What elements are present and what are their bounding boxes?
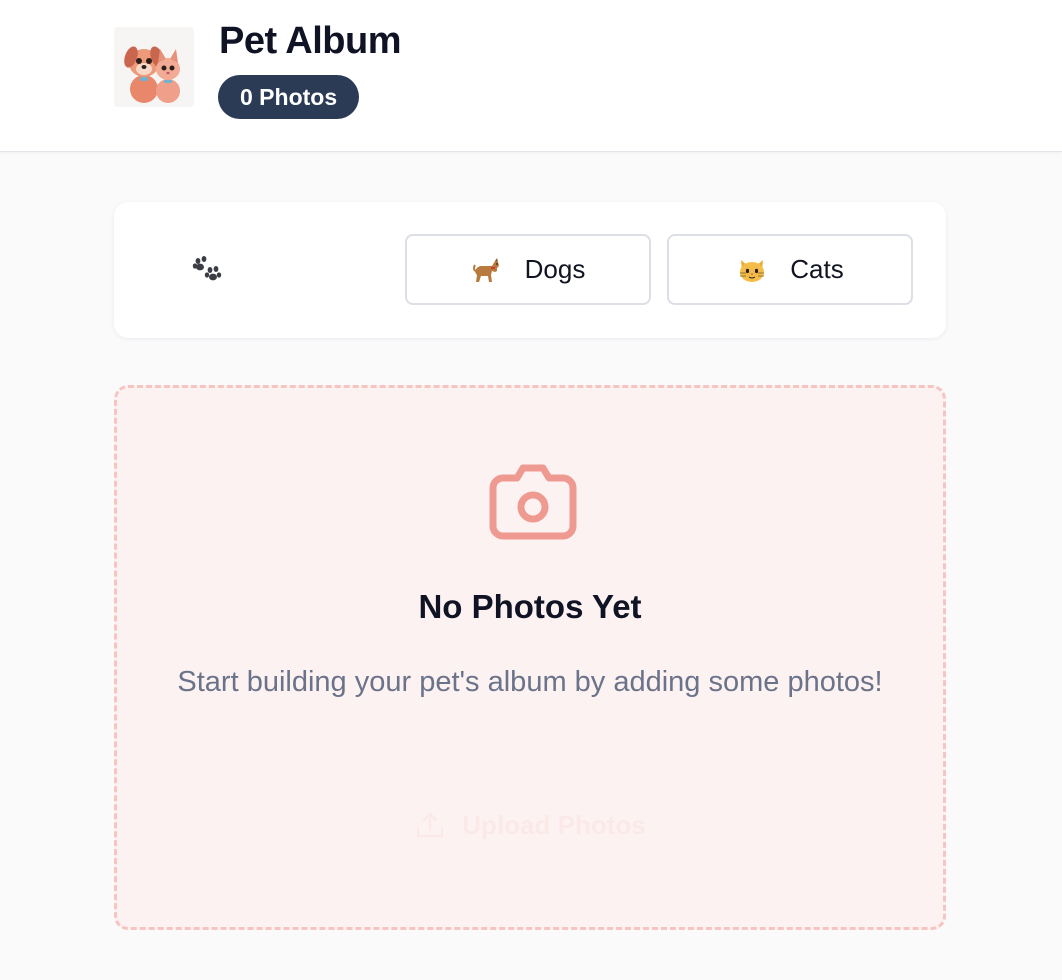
dog-icon — [471, 254, 503, 286]
cat-face-icon — [736, 254, 768, 286]
camera-icon — [487, 464, 579, 542]
filter-cats-label: Cats — [790, 254, 844, 284]
upload-photos-label: Upload Photos — [462, 809, 646, 840]
filter-bar: Dogs Cats — [114, 202, 946, 338]
filter-dogs-button[interactable]: Dogs — [405, 234, 651, 305]
empty-state-title: No Photos Yet — [418, 588, 642, 625]
filter-cats-button[interactable]: Cats — [667, 234, 913, 305]
upload-photos-button[interactable]: Upload Photos — [403, 800, 657, 850]
photo-dropzone[interactable]: No Photos Yet Start building your pet's … — [114, 385, 946, 930]
upload-icon — [417, 812, 444, 838]
photo-count-badge: 0 Photos — [218, 75, 360, 119]
filter-dogs-label: Dogs — [524, 254, 586, 284]
empty-state-description: Start building your pet's album by addin… — [177, 666, 883, 698]
app-header: Pet Album 0 Photos — [0, 0, 1062, 152]
paw-prints-icon[interactable] — [188, 252, 224, 288]
app-title: Pet Album — [219, 20, 402, 62]
pet-album-logo — [114, 27, 194, 107]
